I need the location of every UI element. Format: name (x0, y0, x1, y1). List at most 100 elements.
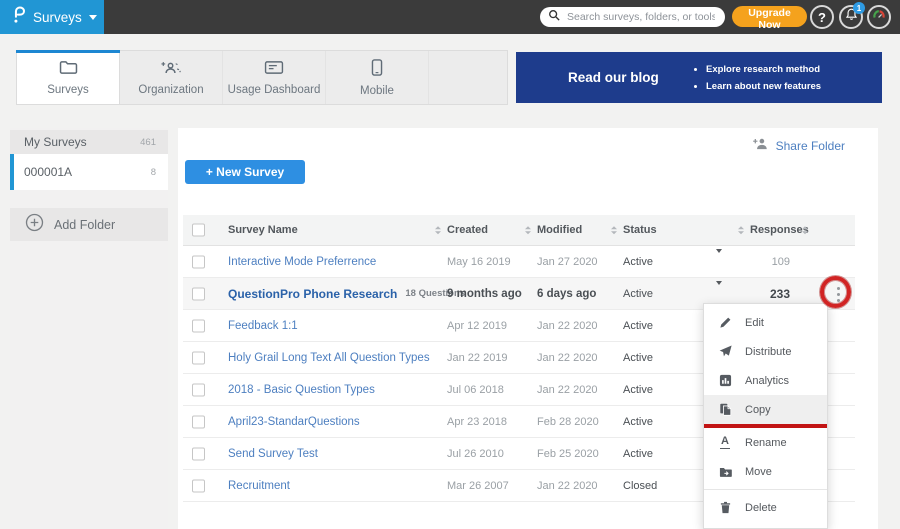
row-checkbox[interactable] (192, 319, 205, 332)
usage-dashboard-icon (264, 60, 284, 80)
sort-icon[interactable] (802, 226, 808, 234)
created-cell: Apr 12 2019 (447, 320, 507, 332)
topbar: Surveys Upgrade Now ? 1 (0, 0, 900, 34)
responses-cell: 109 (742, 256, 790, 268)
plus-circle-icon (25, 213, 44, 237)
gauge-icon (872, 8, 886, 27)
chevron-down-icon (716, 281, 722, 302)
table-header: Survey Name Created Modified Status Resp… (183, 215, 855, 246)
status-cell: Active (623, 288, 653, 300)
survey-name-link[interactable]: Send Survey Test (228, 448, 318, 460)
column-status[interactable]: Status (623, 224, 657, 236)
questionpro-logo-icon (12, 4, 26, 30)
modified-cell: Jan 22 2020 (537, 384, 598, 396)
status-dropdown[interactable] (716, 285, 722, 303)
folder-count: 461 (140, 137, 156, 148)
status-cell: Active (623, 448, 653, 460)
survey-name-link[interactable]: Feedback 1:1 (228, 320, 298, 332)
modified-cell: Feb 28 2020 (537, 416, 599, 428)
chevron-down-icon (716, 249, 722, 270)
row-checkbox[interactable] (192, 479, 205, 492)
select-all-checkbox[interactable] (192, 224, 205, 237)
folder-label: 000001A (24, 165, 72, 179)
modified-cell: Jan 22 2020 (537, 480, 598, 492)
row-checkbox[interactable] (192, 351, 205, 364)
trash-icon (718, 501, 732, 514)
add-folder-label: Add Folder (54, 218, 115, 232)
upgrade-now-button[interactable]: Upgrade Now (732, 6, 807, 27)
menu-item-move[interactable]: Move (704, 457, 827, 486)
survey-name-link[interactable]: QuestionPro Phone Research (228, 287, 397, 301)
questionpro-surveys-screen: Surveys Upgrade Now ? 1 Surveys Organ (0, 0, 900, 529)
row-checkbox[interactable] (192, 287, 205, 300)
folder-icon (59, 60, 78, 80)
menu-item-rename[interactable]: A Rename (704, 428, 827, 457)
modified-cell: Jan 22 2020 (537, 352, 598, 364)
folder-label: My Surveys (24, 135, 87, 149)
created-cell: Jan 22 2019 (447, 352, 508, 364)
notifications-button[interactable]: 1 (839, 5, 863, 29)
survey-name-link[interactable]: 2018 - Basic Question Types (228, 384, 375, 396)
survey-name-link[interactable]: Interactive Mode Preferrence (228, 256, 376, 268)
row-checkbox[interactable] (192, 383, 205, 396)
banner-title: Read our blog (568, 70, 688, 85)
add-folder-button[interactable]: Add Folder (10, 208, 168, 241)
modified-cell: Jan 27 2020 (537, 256, 598, 268)
status-cell: Active (623, 384, 653, 396)
sidebar-item-000001a[interactable]: 000001A 8 (10, 154, 168, 190)
row-checkbox[interactable] (192, 415, 205, 428)
survey-name-link[interactable]: April23-StandarQuestions (228, 416, 360, 428)
row-checkbox[interactable] (192, 447, 205, 460)
share-folder-link[interactable]: Share Folder (752, 137, 845, 155)
status-dropdown[interactable] (716, 253, 722, 271)
tab-usage-dashboard[interactable]: Usage Dashboard (223, 51, 326, 104)
global-search (540, 7, 725, 27)
status-cell: Active (623, 352, 653, 364)
pencil-icon (718, 316, 732, 329)
sidebar-item-my-surveys[interactable]: My Surveys 461 (10, 130, 168, 154)
notification-badge: 1 (853, 2, 865, 14)
share-folder-label: Share Folder (776, 139, 845, 153)
column-created[interactable]: Created (447, 224, 488, 236)
rename-icon: A (718, 436, 732, 449)
menu-item-distribute[interactable]: Distribute (704, 337, 827, 366)
column-survey-name[interactable]: Survey Name (228, 224, 298, 236)
modified-cell: Feb 25 2020 (537, 448, 599, 460)
product-switcher[interactable]: Surveys (0, 0, 104, 34)
banner-bullet: Learn about new features (706, 78, 821, 95)
banner-bullet-list: Explore research methodLearn about new f… (688, 61, 821, 95)
usage-meter-button[interactable] (867, 5, 891, 29)
sort-icon[interactable] (611, 226, 617, 234)
search-input[interactable] (565, 10, 717, 24)
modified-cell: 6 days ago (537, 288, 596, 300)
tab-surveys[interactable]: Surveys (17, 51, 120, 104)
created-cell: Apr 23 2018 (447, 416, 507, 428)
help-button[interactable]: ? (810, 5, 834, 29)
responses-cell: 233 (742, 287, 790, 301)
column-modified[interactable]: Modified (537, 224, 582, 236)
created-cell: 9 months ago (447, 288, 522, 300)
new-survey-button[interactable]: + New Survey (185, 160, 305, 184)
tab-organization[interactable]: Organization (120, 51, 223, 104)
product-label: Surveys (33, 10, 82, 25)
blog-banner[interactable]: Read our blog Explore research methodLea… (516, 52, 882, 103)
status-cell: Active (623, 416, 653, 428)
question-mark-icon: ? (818, 10, 826, 25)
sort-icon[interactable] (435, 226, 441, 234)
modified-cell: Jan 22 2020 (537, 320, 598, 332)
menu-item-delete[interactable]: Delete (704, 493, 827, 522)
created-cell: Jul 26 2010 (447, 448, 504, 460)
sort-icon[interactable] (525, 226, 531, 234)
table-row[interactable]: Interactive Mode Preferrence May 16 2019… (183, 246, 855, 278)
row-checkbox[interactable] (192, 255, 205, 268)
menu-item-analytics[interactable]: Analytics (704, 366, 827, 395)
sort-icon[interactable] (738, 226, 744, 234)
menu-item-copy[interactable]: Copy (704, 395, 827, 424)
tab-mobile[interactable]: Mobile (326, 51, 429, 104)
survey-name-link[interactable]: Recruitment (228, 480, 290, 492)
menu-item-edit[interactable]: Edit (704, 308, 827, 337)
analytics-icon (718, 374, 732, 387)
row-context-menu: Edit Distribute Analytics Copy A Rename … (703, 303, 828, 529)
survey-name-link[interactable]: Holy Grail Long Text All Question Types (228, 352, 430, 364)
column-responses[interactable]: Responses (750, 224, 809, 236)
